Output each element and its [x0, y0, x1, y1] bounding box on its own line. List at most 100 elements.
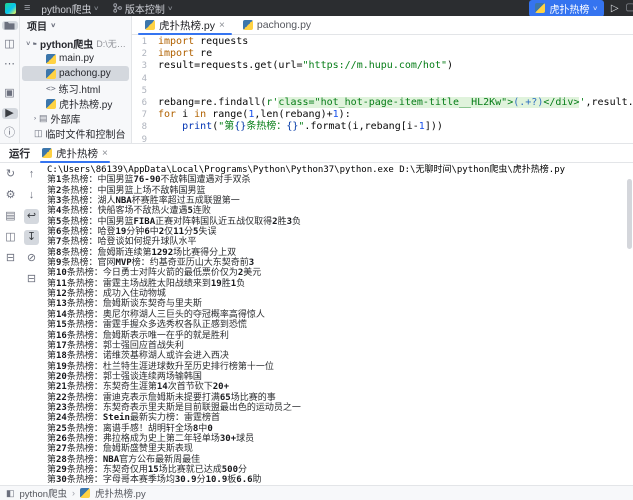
editor-tab-hupu[interactable]: 虎扑热榜.py ×	[136, 16, 234, 34]
console-line: 第17条热榜：郭士强回应首战失利	[47, 341, 633, 351]
project-panel-header[interactable]: 项目 ∨	[20, 16, 131, 34]
code-line[interactable]: 2import re	[132, 48, 633, 60]
chevron-down-icon[interactable]: ∨	[25, 40, 31, 47]
file-name: pachong.py	[59, 68, 111, 79]
terminal-tool-button[interactable]: ▣	[2, 88, 18, 99]
run-tab[interactable]: 虎扑热榜 ×	[42, 144, 108, 162]
run-panel-title: 运行	[9, 146, 30, 161]
console-line: 第25条热榜：离谱手感！胡明轩全场8中0	[47, 424, 633, 434]
prev-occurrence-button[interactable]: ↑	[24, 167, 39, 182]
close-icon[interactable]: ×	[219, 20, 225, 31]
main-area: ◫ ⋯ ▣ ▶ ⓘ ◇ 项目 ∨ ∨ python爬虫 D:\无聊时间\	[0, 16, 633, 143]
clear-all-button[interactable]: ⊘	[24, 251, 39, 266]
code-line[interactable]: 8 print("第{}条热榜：{}".format(i,rebang[i-1]…	[132, 121, 633, 133]
code-line[interactable]: 1import requests	[132, 36, 633, 48]
split-window-button[interactable]: ◫	[3, 230, 18, 245]
title-bar: ≡ python爬虫 ∨ 版本控制 ∨ 虎扑热榜 ∨	[0, 0, 633, 16]
run-toolbar: ↻ ⚙ ▤ ◫ ⊟	[0, 163, 21, 485]
rerun-button[interactable]: ↻	[3, 167, 18, 182]
breadcrumb-project[interactable]: python爬虫	[20, 486, 68, 500]
more-tools-button[interactable]: ⋯	[2, 59, 18, 70]
console-line: 第14条热榜：奥尼尔称湖人三巨头的夺冠概率高得惊人	[47, 310, 633, 320]
pycharm-window: ≡ python爬虫 ∨ 版本控制 ∨ 虎扑热榜 ∨	[0, 0, 633, 500]
vcs-selector[interactable]: 版本控制 ∨	[110, 0, 175, 16]
file-name: 虎扑热榜.py	[59, 96, 112, 111]
commit-tool-button[interactable]: ◫	[2, 39, 18, 50]
scratches-row[interactable]: ◫ 临时文件和控制台	[22, 126, 129, 141]
python-file-icon	[243, 20, 253, 30]
code-line[interactable]: 9	[132, 134, 633, 143]
scrollbar-thumb[interactable]	[627, 179, 632, 249]
close-icon[interactable]: ×	[102, 148, 108, 159]
project-selector[interactable]: python爬虫 ∨	[38, 0, 101, 16]
python-file-icon	[46, 99, 56, 109]
run-config-label: 虎扑热榜	[549, 1, 589, 16]
line-number: 1	[132, 36, 158, 48]
settings-button[interactable]: ⚙	[3, 188, 18, 203]
run-panel-header: 运行 虎扑热榜 ×	[0, 144, 633, 163]
run-button[interactable]: ▷	[611, 3, 619, 14]
console-line: 第7条热榜：哈登谈如何提升球队水平	[47, 237, 633, 247]
breadcrumb-file[interactable]: 虎扑热榜.py	[95, 486, 146, 500]
console-line: 第23条热榜：东契奇表示里夫斯是目前联盟最出色的运动员之一	[47, 403, 633, 413]
project-file-row[interactable]: main.py	[22, 51, 129, 66]
project-selector-label: python爬虫	[41, 1, 91, 16]
run-config-selector[interactable]: 虎扑热榜 ∨	[529, 0, 603, 16]
console-line: 第16条热榜：詹姆斯表示唯一在乎的就是胜利	[47, 331, 633, 341]
line-number: 9	[132, 134, 158, 143]
console-line: 第20条热榜：郭士强谈连续两场输韩国	[47, 372, 633, 382]
file-name: main.py	[59, 53, 94, 64]
tab-label: pachong.py	[257, 19, 311, 31]
external-libraries-label: 外部库	[51, 111, 81, 126]
console-output[interactable]: C:\Users\86139\AppData\Local\Programs\Py…	[42, 163, 633, 485]
run-tool-button[interactable]: ▶	[2, 108, 18, 119]
project-root-name: python爬虫	[40, 36, 93, 51]
line-number: 7	[132, 109, 158, 121]
console-line: 第18条热榜：诺维茨基称湖人或许会进入西决	[47, 351, 633, 361]
console-line: 第21条热榜：东契奇生涯第14次首节砍下20+	[47, 382, 633, 392]
project-root-row[interactable]: ∨ python爬虫 D:\无聊时间\python爬虫	[22, 36, 129, 51]
code-line[interactable]: 3result=requests.get(url="https://m.hupu…	[132, 60, 633, 72]
line-number: 5	[132, 85, 158, 97]
problems-tool-button[interactable]: ⓘ	[2, 128, 18, 139]
console-command-line: C:\Users\86139\AppData\Local\Programs\Py…	[47, 165, 633, 175]
soft-wrap-button[interactable]: ↩	[24, 209, 39, 224]
project-file-row[interactable]: <> 练习.html	[22, 81, 129, 96]
pin-button[interactable]: ⊟	[3, 251, 18, 266]
project-panel: 项目 ∨ ∨ python爬虫 D:\无聊时间\python爬虫 main.py	[20, 16, 132, 143]
external-libraries-row[interactable]: › ▤ 外部库	[22, 111, 129, 126]
code-line[interactable]: 7for i in range(1,len(rebang)+1):	[132, 109, 633, 121]
code-line[interactable]: 4	[132, 73, 633, 85]
delete-button[interactable]: ⊟	[24, 272, 39, 287]
console-toolbar: ↑ ↓ ↩ ↧ ⊘ ⊟	[21, 163, 42, 485]
console-line: 第22条热榜：雷迪克表示詹姆斯未提要打满65场比赛的事	[47, 393, 633, 403]
next-occurrence-button[interactable]: ↓	[24, 188, 39, 203]
html-file-icon: <>	[46, 84, 56, 93]
console-scrollbar[interactable]	[627, 165, 632, 483]
editor-tab-pachong[interactable]: pachong.py	[234, 16, 320, 34]
code-line[interactable]: 5	[132, 85, 633, 97]
console-line: 第8条热榜：詹姆斯连续第1292场比赛得分上双	[47, 248, 633, 258]
scroll-to-end-button[interactable]: ↧	[24, 230, 39, 245]
project-tool-button[interactable]	[2, 21, 18, 30]
folder-icon	[33, 39, 37, 48]
library-icon: ▤	[39, 114, 48, 123]
chevron-right-icon[interactable]: ›	[34, 116, 37, 122]
project-tree: ∨ python爬虫 D:\无聊时间\python爬虫 main.py pach…	[20, 34, 131, 141]
line-number: 2	[132, 48, 158, 60]
debug-icon[interactable]: ▢	[626, 3, 633, 13]
code-area[interactable]: 1import requests2import re3result=reques…	[132, 35, 633, 143]
project-file-row[interactable]: 虎扑热榜.py	[22, 96, 129, 111]
tab-label: 虎扑热榜.py	[159, 18, 215, 33]
layout-corner-icon[interactable]: ◧	[6, 489, 15, 498]
project-file-row[interactable]: pachong.py	[22, 66, 129, 81]
chevron-right-icon: ›	[72, 488, 75, 498]
code-line[interactable]: 6rebang=re.findall(r'class="hot_hot-page…	[132, 97, 633, 109]
main-menu-icon[interactable]: ≡	[24, 3, 30, 14]
scratches-label: 临时文件和控制台	[46, 126, 126, 141]
view-list-button[interactable]: ▤	[3, 209, 18, 224]
python-file-icon	[535, 3, 545, 13]
chevron-down-icon: ∨	[593, 5, 599, 12]
console-line: 第29条热榜：东契奇仅用15场比赛就已达成500分	[47, 465, 633, 475]
console-line: 第11条热榜：雷霆主场战胜太阳战绩来到19胜1负	[47, 279, 633, 289]
